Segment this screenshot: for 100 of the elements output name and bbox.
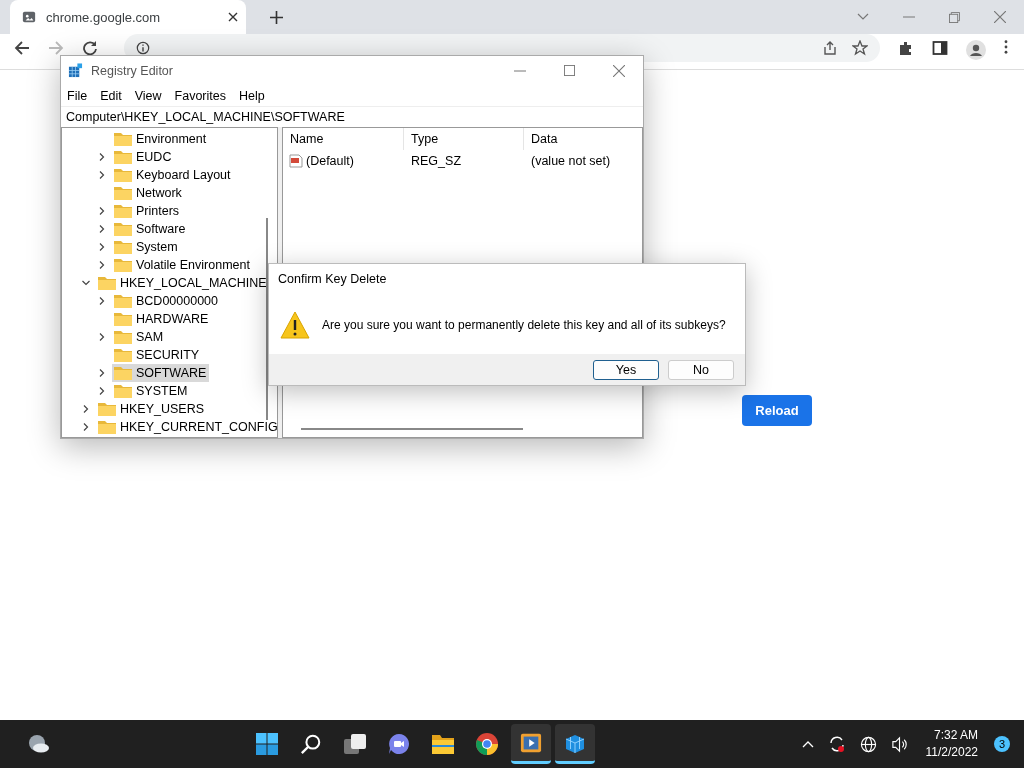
folder-icon [98, 276, 116, 290]
tree-item[interactable]: HKEY_CURRENT_CONFIG [96, 418, 277, 436]
folder-icon [114, 366, 132, 380]
back-icon[interactable] [14, 40, 30, 56]
close-icon[interactable] [228, 12, 238, 22]
notification-badge[interactable]: 3 [994, 736, 1010, 752]
menu-item[interactable]: Help [239, 88, 265, 103]
dialog-title: Confirm Key Delete [277, 271, 388, 288]
weather-icon[interactable] [26, 734, 50, 754]
chevron-icon[interactable] [98, 387, 106, 395]
chrome-icon [474, 732, 499, 756]
folder-icon [114, 294, 132, 308]
search-icon [299, 733, 322, 755]
tree-item[interactable]: Printers [112, 202, 183, 220]
table-cell-text: REG_SZ [410, 154, 462, 168]
clock[interactable]: 7:32 AM 11/2/2022 [925, 727, 978, 761]
tree-item[interactable]: HARDWARE [112, 310, 212, 328]
dialog-button[interactable]: No [668, 359, 734, 380]
reload-icon[interactable] [82, 40, 98, 56]
caret-icon[interactable] [801, 740, 814, 748]
tree-item[interactable]: SAM [112, 328, 167, 346]
folder-icon [114, 348, 132, 362]
tree-item[interactable]: Keyboard Layout [112, 166, 234, 184]
chevron-icon[interactable] [98, 153, 106, 161]
globe-icon[interactable] [859, 735, 877, 753]
chevron-icon[interactable] [82, 279, 90, 287]
menu-item[interactable]: Favorites [174, 88, 226, 103]
window-title: Registry Editor [91, 63, 173, 78]
sync-icon[interactable] [827, 735, 846, 753]
chevron-icon[interactable] [98, 369, 106, 377]
menu-item[interactable]: Edit [100, 88, 122, 103]
tree-item[interactable]: Network [112, 184, 185, 202]
tree-item[interactable]: SYSTEM [112, 382, 191, 400]
page-icon [22, 10, 36, 24]
folder-icon [114, 240, 132, 254]
folder-icon [114, 168, 132, 182]
tab-search-icon[interactable] [857, 13, 869, 21]
share-icon[interactable] [822, 40, 838, 56]
info-icon [136, 41, 150, 55]
windows-icon [254, 732, 279, 756]
tree-item[interactable]: Environment [112, 130, 210, 148]
task-view-icon [342, 732, 367, 756]
menu-icon[interactable] [1004, 40, 1008, 54]
tree-item[interactable]: SOFTWARE [112, 364, 210, 382]
side-panel-icon[interactable] [932, 40, 948, 56]
volume-icon[interactable] [890, 735, 908, 753]
folder-icon [429, 732, 456, 756]
chevron-icon[interactable] [98, 333, 106, 341]
chevron-icon[interactable] [98, 207, 106, 215]
profile-icon[interactable] [966, 40, 986, 60]
tree-item[interactable]: HKEY_USERS [96, 400, 208, 418]
folder-icon [98, 402, 116, 416]
chevron-icon[interactable] [98, 171, 106, 179]
scrollbar[interactable] [301, 428, 523, 430]
column-header[interactable]: Data [524, 128, 642, 150]
folder-icon [114, 384, 132, 398]
browser-tab[interactable]: chrome.google.com [10, 0, 246, 34]
table-cell: (Default) [306, 154, 354, 168]
column-header[interactable]: Type [404, 128, 524, 150]
table-cell-text: (value not set) [530, 154, 612, 168]
string-value-icon [288, 153, 304, 169]
registry-icon [68, 63, 83, 78]
tree-item[interactable]: BCD00000000 [112, 292, 221, 310]
chevron-icon[interactable] [82, 405, 90, 413]
maximize-icon[interactable] [564, 65, 575, 76]
tree-item[interactable]: Volatile Environment [112, 256, 253, 274]
folder-icon [114, 330, 132, 344]
folder-icon [114, 186, 132, 200]
dialog-button[interactable]: Yes [593, 359, 659, 380]
folder-icon [98, 420, 116, 434]
menu-item[interactable]: View [134, 88, 162, 103]
folder-icon [114, 312, 132, 326]
dialog-message: Are you sure you want to permanently delete this key and all of its subkeys? [322, 318, 726, 332]
tree-item[interactable]: HKEY_LOCAL_MACHINE [96, 274, 270, 292]
tree-item[interactable]: SECURITY [112, 346, 203, 364]
tree-item[interactable]: Software [112, 220, 189, 238]
folder-icon [114, 258, 132, 272]
puzzle-icon[interactable] [898, 40, 914, 56]
chevron-icon[interactable] [98, 297, 106, 305]
menu-item[interactable]: File [67, 88, 88, 103]
chevron-icon[interactable] [98, 261, 106, 269]
media-player-icon [519, 731, 542, 754]
chevron-icon[interactable] [82, 423, 90, 431]
scrollbar[interactable] [266, 218, 268, 420]
taskbar-app[interactable] [554, 724, 595, 764]
tree-item[interactable]: EUDC [112, 148, 175, 166]
restore-icon[interactable] [949, 11, 960, 23]
chat-icon [386, 732, 411, 756]
taskbar-app[interactable] [510, 724, 551, 764]
folder-icon [114, 150, 132, 164]
star-icon[interactable] [852, 40, 868, 56]
reload-button[interactable]: Reload [742, 395, 812, 426]
column-header[interactable]: Name [283, 128, 404, 150]
tree-item[interactable]: System [112, 238, 181, 256]
folder-icon [114, 132, 132, 146]
chevron-icon[interactable] [98, 243, 106, 251]
folder-icon [114, 204, 132, 218]
new-tab-icon[interactable] [270, 10, 283, 24]
chevron-icon[interactable] [98, 225, 106, 233]
warning-icon [280, 311, 310, 339]
